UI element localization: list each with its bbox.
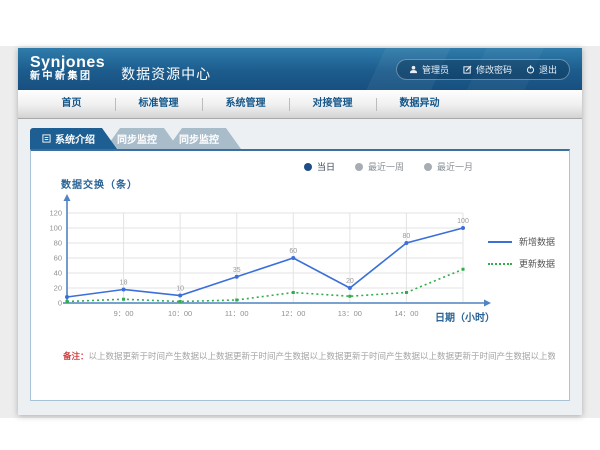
data-point bbox=[66, 300, 69, 303]
data-point-label: 18 bbox=[120, 280, 128, 287]
legend-label: 新增数据 bbox=[519, 235, 555, 248]
x-tick-label: 13：00 bbox=[338, 309, 362, 318]
tab-label: 同步监控 bbox=[117, 131, 157, 146]
nav-item-data-changes[interactable]: 数据异动 bbox=[376, 90, 463, 118]
legend-line-dotted bbox=[488, 263, 512, 265]
radio-last-month[interactable]: 最近一月 bbox=[424, 160, 473, 173]
radio-label: 最近一周 bbox=[368, 160, 404, 173]
logo-text-cn: 新中新集团 bbox=[30, 72, 105, 83]
chart-legend: 新增数据 更新数据 bbox=[488, 235, 555, 270]
y-axis-title: 数据交换（条） bbox=[61, 176, 138, 191]
x-tick-label: 14：00 bbox=[394, 309, 418, 318]
x-tick-label: 10：00 bbox=[168, 309, 192, 318]
time-range-filters: 当日 最近一周 最近一月 bbox=[304, 160, 473, 173]
logout-button[interactable]: 退出 bbox=[526, 63, 557, 76]
y-tick-label: 40 bbox=[54, 269, 62, 278]
data-point bbox=[348, 295, 351, 298]
tab-sync-monitor-1[interactable]: 同步监控 bbox=[105, 128, 179, 149]
radio-dot bbox=[424, 163, 432, 171]
footnote-label: 备注： bbox=[63, 351, 89, 361]
change-password-label: 修改密码 bbox=[476, 63, 512, 76]
legend-item-updated-data: 更新数据 bbox=[488, 257, 555, 270]
y-axis-arrow bbox=[64, 194, 71, 201]
logout-label: 退出 bbox=[539, 63, 557, 76]
data-point bbox=[65, 295, 69, 299]
tab-system-intro[interactable]: 系统介绍 bbox=[30, 128, 117, 149]
main-nav: 首页 标准管理 系统管理 对接管理 数据异动 bbox=[18, 90, 582, 119]
y-tick-label: 20 bbox=[54, 284, 62, 293]
data-point bbox=[461, 226, 465, 230]
y-tick-label: 80 bbox=[54, 239, 62, 248]
data-point-label: 80 bbox=[403, 233, 411, 240]
data-point bbox=[179, 300, 182, 303]
data-point bbox=[462, 268, 465, 271]
tab-label: 同步监控 bbox=[179, 131, 219, 146]
content-area: 系统介绍 同步监控 同步监控 当日 最近一周 bbox=[18, 119, 582, 415]
data-point bbox=[178, 294, 182, 298]
change-password-button[interactable]: 修改密码 bbox=[463, 63, 512, 76]
data-point bbox=[292, 291, 295, 294]
tab-bar: 系统介绍 同步监控 同步监控 bbox=[30, 128, 570, 149]
nav-item-home[interactable]: 首页 bbox=[28, 90, 115, 118]
data-point bbox=[404, 241, 408, 245]
data-point bbox=[235, 299, 238, 302]
radio-today[interactable]: 当日 bbox=[304, 160, 335, 173]
app-header: Synjones 新中新集团 数据资源中心 管理员 修改密码 退出 bbox=[18, 48, 582, 90]
data-point bbox=[291, 256, 295, 260]
data-point bbox=[235, 275, 239, 279]
data-point-label: 20 bbox=[346, 278, 354, 285]
radio-label: 最近一月 bbox=[437, 160, 473, 173]
data-point bbox=[122, 298, 125, 301]
screenshot-canvas: Synjones 新中新集团 数据资源中心 管理员 修改密码 退出 bbox=[0, 0, 600, 450]
data-point bbox=[405, 291, 408, 294]
app-window: Synjones 新中新集团 数据资源中心 管理员 修改密码 退出 bbox=[18, 48, 582, 415]
user-toolbar: 管理员 修改密码 退出 bbox=[396, 59, 570, 80]
power-icon bbox=[526, 65, 535, 74]
radio-dot bbox=[355, 163, 363, 171]
data-point bbox=[348, 286, 352, 290]
chart-panel: 当日 最近一周 最近一月 数据交换（条） 0 20 40 60 80 100 120 9：00… bbox=[30, 149, 570, 401]
radio-label: 当日 bbox=[317, 160, 335, 173]
x-axis-title: 日期（小时） bbox=[435, 309, 495, 324]
nav-item-standard-mgmt[interactable]: 标准管理 bbox=[115, 90, 202, 118]
nav-item-integration-mgmt[interactable]: 对接管理 bbox=[289, 90, 376, 118]
x-tick-label: 12：00 bbox=[281, 309, 305, 318]
edit-icon bbox=[463, 65, 472, 74]
x-tick-label: 9：00 bbox=[114, 309, 134, 318]
tab-label: 系统介绍 bbox=[55, 131, 95, 146]
current-user-label: 管理员 bbox=[422, 63, 449, 76]
data-point bbox=[122, 288, 126, 292]
x-axis-arrow bbox=[484, 300, 491, 307]
legend-item-new-data: 新增数据 bbox=[488, 235, 555, 248]
data-point-label: 35 bbox=[233, 267, 241, 274]
user-icon bbox=[409, 65, 418, 74]
y-tick-label: 120 bbox=[49, 209, 62, 218]
radio-last-week[interactable]: 最近一周 bbox=[355, 160, 404, 173]
tab-sync-monitor-2[interactable]: 同步监控 bbox=[167, 128, 241, 149]
current-user[interactable]: 管理员 bbox=[409, 63, 449, 76]
y-tick-label: 0 bbox=[58, 299, 62, 308]
data-point-label: 10 bbox=[176, 286, 184, 293]
y-tick-label: 100 bbox=[49, 224, 62, 233]
logo-text-en: Synjones bbox=[30, 55, 105, 72]
data-point-label: 100 bbox=[457, 218, 469, 225]
legend-line-solid bbox=[488, 241, 512, 243]
data-point-label: 60 bbox=[289, 248, 297, 255]
page-title: 数据资源中心 bbox=[121, 64, 211, 84]
document-icon bbox=[42, 134, 51, 143]
company-logo: Synjones 新中新集团 bbox=[30, 55, 105, 82]
legend-label: 更新数据 bbox=[519, 257, 555, 270]
x-tick-label: 11：00 bbox=[225, 309, 249, 318]
y-tick-label: 60 bbox=[54, 254, 62, 263]
footnote-text: 以上数据更新于时间产生数据以上数据更新于时间产生数据以上数据更新于时间产生数据以… bbox=[89, 351, 555, 361]
nav-item-system-mgmt[interactable]: 系统管理 bbox=[202, 90, 289, 118]
radio-dot-selected bbox=[304, 163, 312, 171]
footnote: 备注：以上数据更新于时间产生数据以上数据更新于时间产生数据以上数据更新于时间产生… bbox=[63, 350, 555, 362]
